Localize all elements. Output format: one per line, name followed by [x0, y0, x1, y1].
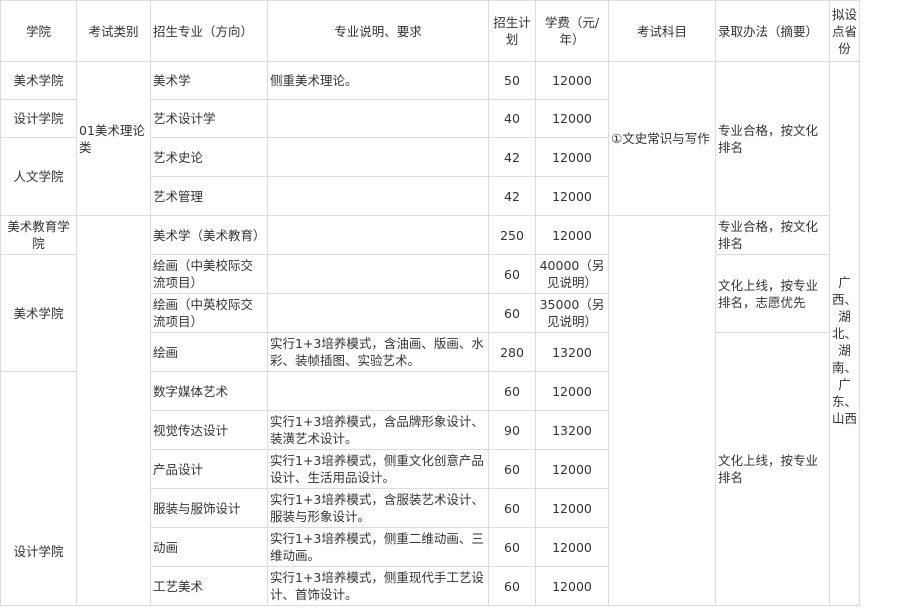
fee-cell: 12000 [535, 566, 609, 606]
plan-cell: 40 [488, 99, 536, 138]
header-fee: 学费（元/年） [535, 0, 609, 62]
desc-cell: 实行1+3培养模式，侧重文化创意产品设计、生活用品设计。 [267, 449, 489, 489]
fee-cell: 35000（另见说明） [535, 293, 609, 333]
header-province: 拟设点省份 [829, 0, 860, 62]
fee-cell: 40000（另见说明） [535, 254, 609, 294]
fee-cell: 12000 [535, 371, 609, 411]
plan-cell: 60 [488, 527, 536, 567]
subjects-cell-empty [608, 215, 716, 606]
college-cell: 美术教育学院 [0, 215, 77, 255]
fee-cell: 12000 [535, 176, 609, 216]
major-cell: 美术学（美术教育） [150, 215, 268, 255]
college-cell: 设计学院 [0, 371, 77, 606]
header-exam-type: 考试类别 [76, 0, 151, 62]
desc-cell [267, 215, 489, 255]
fee-cell: 12000 [535, 215, 609, 255]
fee-cell: 12000 [535, 99, 609, 138]
fee-cell: 12000 [535, 61, 609, 100]
college-cell: 人文学院 [0, 137, 77, 216]
major-cell: 艺术设计学 [150, 99, 268, 138]
plan-cell: 60 [488, 254, 536, 294]
desc-cell: 侧重美术理论。 [267, 61, 489, 100]
table-row: 美术学院 01美术理论类 美术学 侧重美术理论。 50 12000 ①文史常识与… [0, 61, 860, 606]
plan-cell: 280 [488, 332, 536, 372]
header-subjects: 考试科目 [608, 0, 716, 62]
province-cell: 广西、湖北、湖南、广东、山西 [829, 61, 860, 606]
desc-cell: 实行1+3培养模式，侧重二维动画、三维动画。 [267, 527, 489, 567]
desc-cell [267, 254, 489, 294]
plan-cell: 90 [488, 410, 536, 450]
plan-cell: 250 [488, 215, 536, 255]
college-cell: 美术学院 [0, 61, 77, 100]
major-cell: 美术学 [150, 61, 268, 100]
fee-cell: 13200 [535, 332, 609, 372]
fee-cell: 12000 [535, 488, 609, 528]
college-cell: 美术学院 [0, 254, 77, 372]
header-plan: 招生计划 [488, 0, 536, 62]
major-cell: 服装与服饰设计 [150, 488, 268, 528]
header-admission: 录取办法（摘要） [715, 0, 830, 62]
plan-cell: 50 [488, 61, 536, 100]
major-cell: 绘画（中英校际交流项目） [150, 293, 268, 333]
header-desc: 专业说明、要求 [267, 0, 489, 62]
desc-cell: 实行1+3培养模式，含服装艺术设计、服装与形象设计。 [267, 488, 489, 528]
major-cell: 绘画 [150, 332, 268, 372]
admission-cell: 文化上线，按专业排名 [715, 332, 830, 606]
major-cell: 动画 [150, 527, 268, 567]
desc-cell [267, 137, 489, 177]
plan-cell: 60 [488, 566, 536, 606]
admission-cell: 专业合格，按文化排名 [715, 61, 830, 216]
fee-cell: 12000 [535, 449, 609, 489]
plan-cell: 60 [488, 449, 536, 489]
major-cell: 艺术管理 [150, 176, 268, 216]
major-cell: 数字媒体艺术 [150, 371, 268, 411]
admission-cell: 专业合格，按文化排名 [715, 215, 830, 255]
table-row: 美术教育学院 美术学（美术教育） 250 12000 专业合格，按文化排名 [0, 215, 860, 606]
fee-cell: 12000 [535, 527, 609, 567]
major-cell: 艺术史论 [150, 137, 268, 177]
college-cell: 设计学院 [0, 99, 77, 138]
major-cell: 视觉传达设计 [150, 410, 268, 450]
admission-cell: 文化上线，按专业排名，志愿优先 [715, 254, 830, 333]
fee-cell: 13200 [535, 410, 609, 450]
desc-cell [267, 176, 489, 216]
desc-cell [267, 371, 489, 411]
fee-cell: 12000 [535, 137, 609, 177]
header-major: 招生专业（方向） [150, 0, 268, 62]
plan-cell: 42 [488, 137, 536, 177]
plan-cell: 42 [488, 176, 536, 216]
desc-cell [267, 99, 489, 138]
plan-cell: 60 [488, 488, 536, 528]
desc-cell: 实行1+3培养模式，含油画、版画、水彩、装帧插图、实验艺术。 [267, 332, 489, 372]
major-cell: 产品设计 [150, 449, 268, 489]
major-cell: 绘画（中美校际交流项目） [150, 254, 268, 294]
plan-cell: 60 [488, 371, 536, 411]
desc-cell [267, 293, 489, 333]
plan-cell: 60 [488, 293, 536, 333]
admission-table: 学院 考试类别 招生专业（方向） 专业说明、要求 招生计划 学费（元/年） 考试… [0, 0, 860, 606]
major-cell: 工艺美术 [150, 566, 268, 606]
desc-cell: 实行1+3培养模式，含品牌形象设计、装潢艺术设计。 [267, 410, 489, 450]
desc-cell: 实行1+3培养模式，侧重现代手工艺设计、首饰设计。 [267, 566, 489, 606]
header-college: 学院 [0, 0, 77, 62]
exam-type-cell: 01美术理论类 [76, 61, 151, 216]
subjects-cell: ①文史常识与写作 [608, 61, 716, 216]
exam-type-cell-empty [76, 215, 151, 606]
header-row: 学院 考试类别 招生专业（方向） 专业说明、要求 招生计划 学费（元/年） 考试… [0, 0, 860, 62]
